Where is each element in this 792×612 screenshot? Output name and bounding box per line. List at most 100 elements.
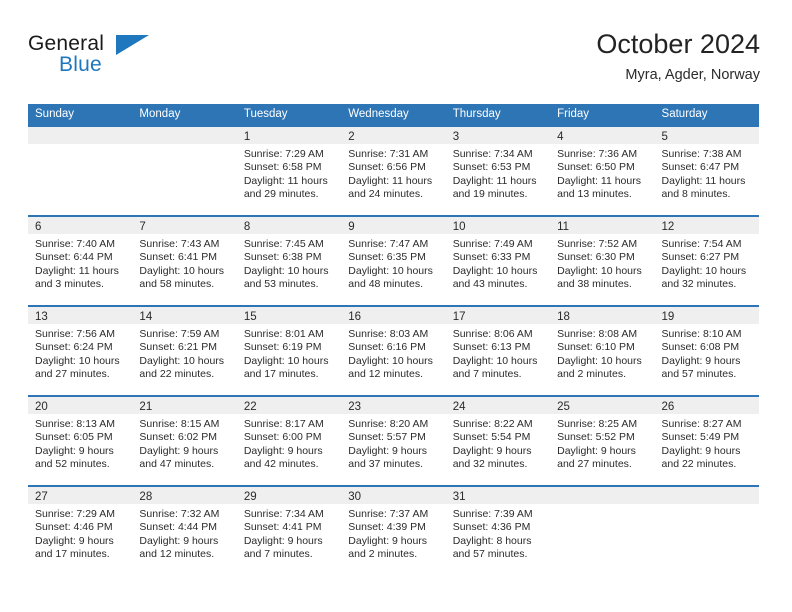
sunset-text: Sunset: 4:44 PM	[139, 521, 218, 534]
daylight-text-line1: Daylight: 10 hours	[557, 264, 642, 277]
day-cell[interactable]	[550, 487, 655, 575]
daylight-text-line2: and 13 minutes.	[557, 188, 632, 201]
day-details: Sunrise: 8:22 AM Sunset: 5:54 PM Dayligh…	[446, 414, 550, 472]
day-cell[interactable]: 27 Sunrise: 7:29 AM Sunset: 4:46 PM Dayl…	[28, 487, 133, 575]
sunset-text: Sunset: 6:44 PM	[35, 251, 113, 264]
day-number-band: 18	[550, 307, 655, 324]
sunrise-text: Sunrise: 8:06 AM	[452, 328, 533, 340]
sunrise-text: Sunrise: 7:49 AM	[452, 238, 533, 250]
daylight-text-line2: and 52 minutes.	[35, 458, 110, 471]
day-details: Sunrise: 8:13 AM Sunset: 6:05 PM Dayligh…	[28, 414, 132, 472]
day-cell[interactable]: 26 Sunrise: 8:27 AM Sunset: 5:49 PM Dayl…	[654, 397, 759, 485]
day-number-band: 31	[445, 487, 551, 504]
day-cell[interactable]: 14 Sunrise: 7:59 AM Sunset: 6:21 PM Dayl…	[132, 307, 237, 395]
day-number-band: 1	[236, 127, 342, 144]
day-cell[interactable]: 1 Sunrise: 7:29 AM Sunset: 6:58 PM Dayli…	[236, 127, 342, 215]
weekday-header-thursday: Thursday	[452, 108, 501, 120]
day-cell[interactable]: 18 Sunrise: 8:08 AM Sunset: 6:10 PM Dayl…	[550, 307, 655, 395]
day-details: Sunrise: 7:34 AM Sunset: 6:53 PM Dayligh…	[446, 144, 550, 202]
day-cell[interactable]: 7 Sunrise: 7:43 AM Sunset: 6:41 PM Dayli…	[132, 217, 237, 305]
daylight-text-line1: Daylight: 9 hours	[243, 534, 323, 547]
day-cell[interactable]: 16 Sunrise: 8:03 AM Sunset: 6:16 PM Dayl…	[341, 307, 446, 395]
day-cell[interactable]: 17 Sunrise: 8:06 AM Sunset: 6:13 PM Dayl…	[445, 307, 551, 395]
daylight-text-line2: and 48 minutes.	[348, 278, 423, 291]
day-cell[interactable]: 15 Sunrise: 8:01 AM Sunset: 6:19 PM Dayl…	[236, 307, 342, 395]
day-cell[interactable]	[28, 127, 133, 215]
daylight-text-line2: and 19 minutes.	[452, 188, 528, 201]
day-cell[interactable]: 6 Sunrise: 7:40 AM Sunset: 6:44 PM Dayli…	[28, 217, 133, 305]
daylight-text-line1: Daylight: 11 hours	[661, 174, 746, 187]
day-cell[interactable]: 22 Sunrise: 8:17 AM Sunset: 6:00 PM Dayl…	[236, 397, 342, 485]
day-details: Sunrise: 7:56 AM Sunset: 6:24 PM Dayligh…	[28, 324, 132, 382]
sunset-text: Sunset: 6:16 PM	[348, 341, 426, 354]
daylight-text-line2: and 58 minutes.	[139, 278, 215, 291]
day-cell[interactable]: 20 Sunrise: 8:13 AM Sunset: 6:05 PM Dayl…	[28, 397, 133, 485]
day-cell[interactable]: 4 Sunrise: 7:36 AM Sunset: 6:50 PM Dayli…	[550, 127, 655, 215]
daylight-text-line1: Daylight: 9 hours	[139, 444, 219, 457]
day-details: Sunrise: 7:39 AM Sunset: 4:36 PM Dayligh…	[446, 504, 550, 562]
day-cell[interactable]: 11 Sunrise: 7:52 AM Sunset: 6:30 PM Dayl…	[550, 217, 655, 305]
day-details: Sunrise: 7:34 AM Sunset: 4:41 PM Dayligh…	[237, 504, 341, 562]
sunrise-text: Sunrise: 7:37 AM	[348, 508, 429, 520]
day-number-band: 20	[28, 397, 133, 414]
sunrise-text: Sunrise: 7:34 AM	[243, 508, 324, 520]
day-number-band: 16	[341, 307, 446, 324]
weekday-header-monday: Monday	[139, 108, 181, 120]
day-cell[interactable]	[132, 127, 237, 215]
weekday-header-row: Sunday Monday Tuesday Wednesday Thursday…	[28, 104, 759, 125]
day-cell[interactable]: 23 Sunrise: 8:20 AM Sunset: 5:57 PM Dayl…	[341, 397, 446, 485]
day-cell[interactable]: 28 Sunrise: 7:32 AM Sunset: 4:44 PM Dayl…	[132, 487, 237, 575]
day-number-band	[132, 127, 237, 144]
daylight-text-line2: and 22 minutes.	[661, 458, 737, 471]
day-number: 9	[348, 221, 355, 233]
sunrise-text: Sunrise: 7:59 AM	[139, 328, 220, 340]
day-details: Sunrise: 7:32 AM Sunset: 4:44 PM Dayligh…	[132, 504, 236, 562]
day-number-band: 19	[654, 307, 759, 324]
day-cell[interactable]: 19 Sunrise: 8:10 AM Sunset: 6:08 PM Dayl…	[654, 307, 759, 395]
sunrise-text: Sunrise: 7:29 AM	[243, 148, 324, 160]
day-number: 28	[139, 491, 153, 503]
day-cell[interactable]: 25 Sunrise: 8:25 AM Sunset: 5:52 PM Dayl…	[550, 397, 655, 485]
day-number-band: 24	[445, 397, 551, 414]
daylight-text-line2: and 7 minutes.	[243, 548, 313, 561]
daylight-text-line2: and 12 minutes.	[139, 548, 215, 561]
week-row: 13 Sunrise: 7:56 AM Sunset: 6:24 PM Dayl…	[28, 305, 759, 395]
sunrise-text: Sunrise: 8:17 AM	[243, 418, 324, 430]
day-cell[interactable]: 30 Sunrise: 7:37 AM Sunset: 4:39 PM Dayl…	[341, 487, 446, 575]
daylight-text-line2: and 17 minutes.	[35, 548, 110, 561]
daylight-text-line1: Daylight: 10 hours	[243, 354, 329, 367]
day-details: Sunrise: 8:08 AM Sunset: 6:10 PM Dayligh…	[550, 324, 654, 382]
sunrise-text: Sunrise: 8:22 AM	[452, 418, 533, 430]
day-cell[interactable]: 21 Sunrise: 8:15 AM Sunset: 6:02 PM Dayl…	[132, 397, 237, 485]
sunset-text: Sunset: 6:35 PM	[348, 251, 426, 264]
sunrise-text: Sunrise: 7:34 AM	[452, 148, 533, 160]
day-cell[interactable]: 12 Sunrise: 7:54 AM Sunset: 6:27 PM Dayl…	[654, 217, 759, 305]
week-row: 27 Sunrise: 7:29 AM Sunset: 4:46 PM Dayl…	[28, 485, 759, 575]
day-cell[interactable]: 24 Sunrise: 8:22 AM Sunset: 5:54 PM Dayl…	[445, 397, 551, 485]
sunrise-text: Sunrise: 8:27 AM	[661, 418, 742, 430]
day-cell[interactable]: 13 Sunrise: 7:56 AM Sunset: 6:24 PM Dayl…	[28, 307, 133, 395]
sunrise-text: Sunrise: 7:45 AM	[243, 238, 324, 250]
daylight-text-line1: Daylight: 9 hours	[557, 444, 636, 457]
day-cell[interactable]: 5 Sunrise: 7:38 AM Sunset: 6:47 PM Dayli…	[654, 127, 759, 215]
day-cell[interactable]: 2 Sunrise: 7:31 AM Sunset: 6:56 PM Dayli…	[341, 127, 446, 215]
daylight-text-line1: Daylight: 10 hours	[348, 354, 433, 367]
day-number: 11	[557, 221, 570, 233]
day-cell[interactable]: 8 Sunrise: 7:45 AM Sunset: 6:38 PM Dayli…	[236, 217, 342, 305]
day-number: 19	[661, 311, 675, 323]
day-cell[interactable]: 3 Sunrise: 7:34 AM Sunset: 6:53 PM Dayli…	[445, 127, 551, 215]
sunset-text: Sunset: 6:38 PM	[243, 251, 322, 264]
day-cell[interactable]: 29 Sunrise: 7:34 AM Sunset: 4:41 PM Dayl…	[236, 487, 342, 575]
day-details: Sunrise: 7:29 AM Sunset: 6:58 PM Dayligh…	[237, 144, 341, 202]
day-number: 7	[139, 221, 146, 233]
day-cell[interactable]	[654, 487, 759, 575]
day-cell[interactable]: 10 Sunrise: 7:49 AM Sunset: 6:33 PM Dayl…	[445, 217, 551, 305]
day-number: 24	[452, 401, 466, 413]
day-details: Sunrise: 7:38 AM Sunset: 6:47 PM Dayligh…	[655, 144, 759, 202]
daylight-text-line2: and 7 minutes.	[452, 368, 522, 381]
day-details: Sunrise: 8:27 AM Sunset: 5:49 PM Dayligh…	[655, 414, 759, 472]
general-blue-logo[interactable]: General Blue	[28, 32, 228, 88]
day-cell[interactable]: 31 Sunrise: 7:39 AM Sunset: 4:36 PM Dayl…	[445, 487, 551, 575]
day-cell[interactable]: 9 Sunrise: 7:47 AM Sunset: 6:35 PM Dayli…	[341, 217, 446, 305]
daylight-text-line1: Daylight: 10 hours	[452, 354, 538, 367]
